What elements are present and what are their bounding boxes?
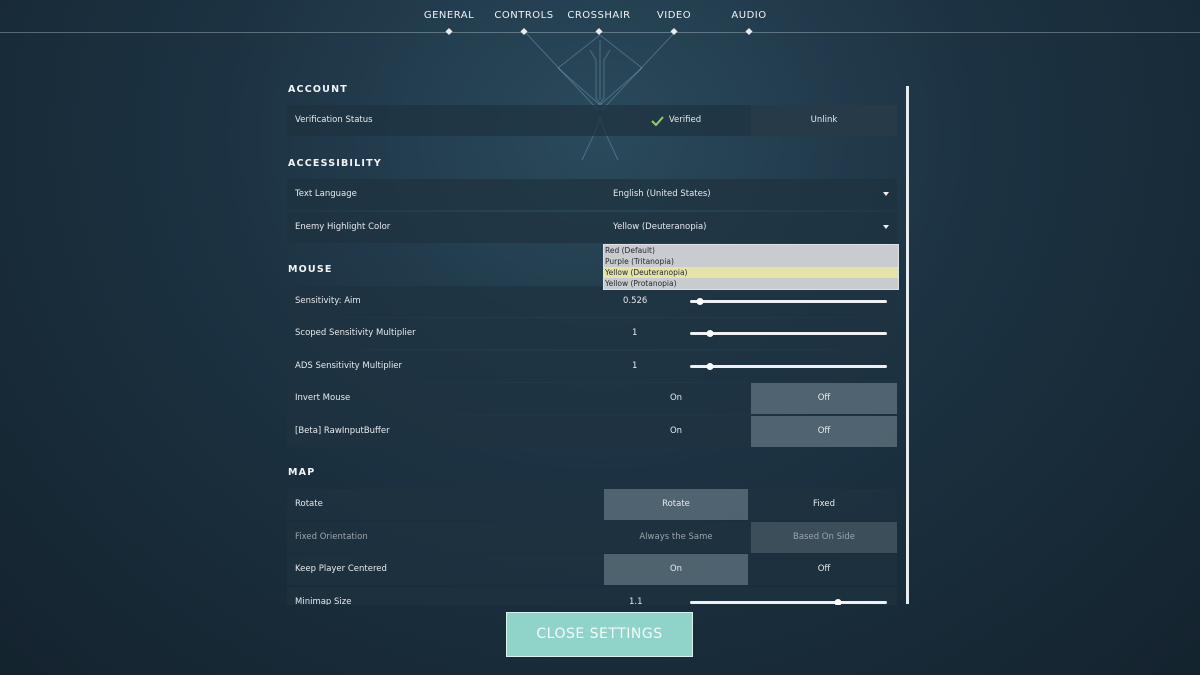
settings-scrollbar[interactable] [906, 86, 909, 604]
enemy-highlight-dropdown[interactable]: Yellow (Deuteranopia) [604, 212, 897, 243]
option-purple-tritanopia[interactable]: Purple (Tritanopia) [604, 256, 898, 267]
checkmark-icon [651, 115, 664, 126]
caret-down-icon [883, 225, 889, 229]
invert-mouse-row: Invert Mouse On Off [287, 383, 897, 414]
verification-status-row: Verification Status Verified Unlink [287, 105, 897, 136]
scoped-multiplier-value: 1 [632, 328, 638, 338]
rotate-row: Rotate Rotate Fixed [287, 489, 897, 520]
raw-input-off-option[interactable]: Off [751, 416, 897, 447]
invert-mouse-label: Invert Mouse [295, 393, 351, 403]
minimap-size-slider[interactable] [690, 599, 887, 605]
option-yellow-deuteranopia[interactable]: Yellow (Deuteranopia) [604, 267, 898, 278]
sensitivity-aim-slider[interactable] [690, 298, 887, 305]
invert-mouse-on-option[interactable]: On [604, 383, 748, 414]
section-title-mouse: MOUSE [288, 264, 333, 275]
close-settings-button[interactable]: CLOSE SETTINGS [506, 612, 693, 657]
enemy-highlight-label: Enemy Highlight Color [295, 222, 391, 232]
caret-down-icon [883, 192, 889, 196]
enemy-highlight-row: Enemy Highlight Color Yellow (Deuteranop… [287, 212, 897, 243]
invert-mouse-off-option[interactable]: Off [751, 383, 897, 414]
enemy-highlight-value: Yellow (Deuteranopia) [613, 222, 707, 232]
settings-nav-bar: GENERAL CONTROLS CROSSHAIR VIDEO AUDIO [0, 0, 1200, 36]
raw-input-buffer-label: [Beta] RawInputBuffer [295, 426, 390, 436]
always-same-option[interactable]: Always the Same [604, 522, 748, 553]
verified-status: Verified [604, 105, 748, 136]
ads-multiplier-slider[interactable] [690, 363, 887, 370]
slider-thumb[interactable] [696, 298, 704, 305]
verified-status-text: Verified [668, 115, 702, 125]
minimap-size-row: Minimap Size 1.1 [287, 587, 897, 605]
minimap-size-value: 1.1 [629, 597, 643, 605]
raw-input-buffer-row: [Beta] RawInputBuffer On Off [287, 416, 897, 447]
fixed-option[interactable]: Fixed [751, 489, 897, 520]
fixed-orientation-row: Fixed Orientation Always the Same Based … [287, 522, 897, 553]
minimap-size-label: Minimap Size [295, 597, 352, 605]
ads-multiplier-row: ADS Sensitivity Multiplier 1 [287, 351, 897, 382]
slider-thumb[interactable] [706, 330, 714, 337]
section-title-accessibility: ACCESSIBILITY [288, 158, 382, 169]
keep-centered-row: Keep Player Centered On Off [287, 554, 897, 585]
scoped-multiplier-slider[interactable] [690, 330, 887, 337]
scoped-multiplier-row: Scoped Sensitivity Multiplier 1 [287, 318, 897, 349]
scoped-multiplier-label: Scoped Sensitivity Multiplier [295, 328, 416, 338]
text-language-value: English (United States) [613, 189, 711, 199]
enemy-highlight-options-list: Red (Default) Purple (Tritanopia) Yellow… [603, 244, 899, 290]
sensitivity-aim-row: Sensitivity: Aim 0.526 [287, 286, 897, 317]
raw-input-on-option[interactable]: On [604, 416, 748, 447]
rotate-label: Rotate [295, 499, 323, 509]
fixed-orientation-label: Fixed Orientation [295, 532, 368, 542]
keep-centered-label: Keep Player Centered [295, 564, 387, 574]
verification-status-label: Verification Status [295, 115, 373, 125]
section-title-map: MAP [288, 467, 316, 478]
text-language-row: Text Language English (United States) [287, 179, 897, 210]
section-title-account: ACCOUNT [288, 84, 348, 95]
text-language-label: Text Language [295, 189, 357, 199]
slider-thumb[interactable] [706, 363, 714, 370]
text-language-dropdown[interactable]: English (United States) [604, 179, 897, 210]
option-red-default[interactable]: Red (Default) [604, 245, 898, 256]
based-on-side-option[interactable]: Based On Side [751, 522, 897, 553]
ads-multiplier-label: ADS Sensitivity Multiplier [295, 361, 403, 371]
scrollbar-thumb[interactable] [906, 86, 909, 604]
ads-multiplier-value: 1 [632, 361, 638, 371]
sensitivity-aim-label: Sensitivity: Aim [295, 296, 361, 306]
keep-centered-on-option[interactable]: On [604, 554, 748, 585]
rotate-option[interactable]: Rotate [604, 489, 748, 520]
slider-thumb[interactable] [834, 599, 842, 605]
unlink-button[interactable]: Unlink [751, 105, 897, 136]
option-yellow-protanopia[interactable]: Yellow (Protanopia) [604, 278, 898, 289]
keep-centered-off-option[interactable]: Off [751, 554, 897, 585]
sensitivity-aim-value: 0.526 [623, 296, 648, 306]
